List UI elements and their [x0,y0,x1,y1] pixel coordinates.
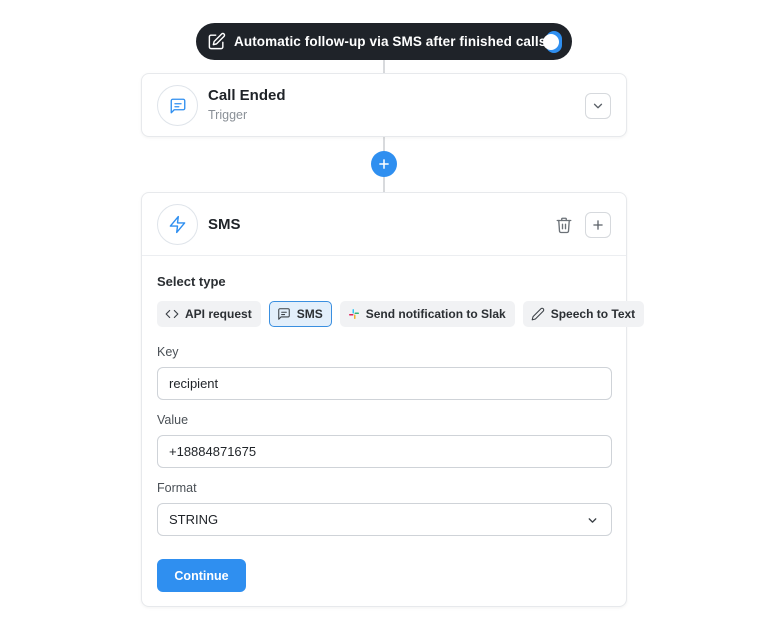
plus-icon [377,157,391,171]
add-step-button[interactable] [371,151,397,177]
message-square-icon [169,97,187,115]
automation-toggle[interactable] [543,30,562,53]
type-chip-label: Send notification to Slak [365,307,506,321]
key-input-value: recipient [169,376,219,391]
select-type-label: Select type [157,274,226,289]
action-icon-circle [157,204,198,245]
code-icon [165,307,179,321]
divider [142,255,626,256]
pen-icon [531,307,545,321]
trash-icon [555,216,573,234]
add-action-button[interactable] [585,212,611,238]
slack-icon [348,308,360,320]
zap-icon [168,215,187,234]
plus-icon [591,218,605,232]
type-chip-label: Speech to Text [550,307,636,321]
trigger-icon-circle [157,85,198,126]
trigger-title: Call Ended [208,87,286,104]
value-input[interactable]: +18884871675 [157,435,612,468]
trigger-subtitle: Trigger [208,108,248,122]
message-square-icon [277,307,291,321]
type-selector: API request SMS Send notification to Sla… [157,301,645,327]
connector-line [383,60,385,73]
action-title: SMS [208,216,241,233]
value-input-value: +18884871675 [169,444,257,459]
chevron-down-icon [591,99,605,113]
trigger-card[interactable]: Call Ended Trigger [141,73,627,137]
key-label: Key [157,345,179,359]
format-select[interactable]: STRING [157,503,612,536]
action-card: SMS Select type API request SMS Send not… [141,192,645,607]
value-label: Value [157,413,189,427]
edit-icon[interactable] [207,32,226,51]
chevron-down-icon [586,514,599,527]
format-select-value: STRING [169,512,219,527]
format-label: Format [157,481,197,495]
automation-title: Automatic follow-up via SMS after finish… [234,34,547,49]
type-chip-api-request[interactable]: API request [157,301,261,327]
delete-button[interactable] [554,215,574,235]
type-chip-speech-to-text[interactable]: Speech to Text [522,301,645,327]
type-chip-slack[interactable]: Send notification to Slak [339,301,515,327]
type-chip-label: SMS [296,307,323,321]
toggle-knob [543,33,559,50]
expand-button[interactable] [585,93,611,119]
automation-header: Automatic follow-up via SMS after finish… [196,23,572,60]
type-chip-sms[interactable]: SMS [268,301,332,327]
type-chip-label: API request [185,307,252,321]
key-input[interactable]: recipient [157,367,612,400]
continue-button[interactable]: Continue [157,559,246,592]
